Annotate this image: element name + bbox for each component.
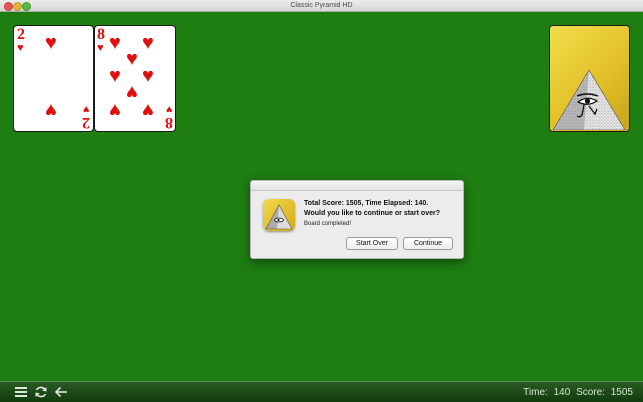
heart-icon: ♥ xyxy=(17,42,24,54)
time-value: 140 xyxy=(553,387,571,398)
card-rank-top: 2 xyxy=(17,26,25,43)
menu-icon[interactable] xyxy=(14,385,28,399)
status-readout: Time: 140 Score: 1505 xyxy=(520,382,633,402)
refresh-icon[interactable] xyxy=(34,385,48,399)
heart-icon: ♥ xyxy=(109,65,121,87)
window-title: Classic Pyramid HD xyxy=(290,2,353,9)
dialog-info-text: Board completed! xyxy=(304,221,352,227)
card-2-hearts[interactable]: 2 ♥ ♥ ♥ 2 ♥ xyxy=(13,25,94,132)
start-over-button[interactable]: Start Over xyxy=(346,237,398,250)
heart-icon: ♥ xyxy=(109,99,121,121)
game-table: 2 ♥ ♥ ♥ 2 ♥ 8 ♥ ♥ ♥ ♥ ♥ ♥ ♥ ♥ ♥ 8 ♥ Tota… xyxy=(0,12,643,381)
heart-icon: ♥ xyxy=(109,32,121,54)
stock-pile-card-back[interactable] xyxy=(549,25,630,132)
card-rank-bottom: 8 xyxy=(165,114,173,131)
heart-icon: ♥ xyxy=(142,32,154,54)
score-value: 1505 xyxy=(610,387,633,398)
card-8-hearts[interactable]: 8 ♥ ♥ ♥ ♥ ♥ ♥ ♥ ♥ ♥ 8 ♥ xyxy=(94,25,176,132)
app-window: Classic Pyramid HD 2 ♥ ♥ ♥ 2 ♥ 8 ♥ ♥ ♥ ♥… xyxy=(0,0,643,402)
dialog-message: Total Score: 1505, Time Elapsed: 140. Wo… xyxy=(304,199,459,219)
heart-icon: ♥ xyxy=(45,99,57,121)
pyramid-icon xyxy=(265,204,293,230)
title-bar: Classic Pyramid HD xyxy=(0,0,643,12)
heart-icon: ♥ xyxy=(142,99,154,121)
heart-icon: ♥ xyxy=(97,42,104,54)
app-icon xyxy=(263,199,295,231)
dialog-title-bar xyxy=(251,181,463,191)
continue-button[interactable]: Continue xyxy=(403,237,453,250)
card-rank-bottom: 2 xyxy=(82,114,90,131)
dialog-message-line2: Would you like to continue or start over… xyxy=(304,210,440,217)
time-label: Time: xyxy=(523,387,548,398)
heart-icon: ♥ xyxy=(45,32,57,54)
heart-icon: ♥ xyxy=(166,103,173,115)
back-arrow-icon[interactable] xyxy=(54,385,68,399)
dialog-message-line1: Total Score: 1505, Time Elapsed: 140. xyxy=(304,200,429,207)
score-label: Score: xyxy=(576,387,605,398)
pyramid-eye-icon xyxy=(552,69,626,130)
game-complete-dialog: Total Score: 1505, Time Elapsed: 140. Wo… xyxy=(250,180,464,259)
heart-icon: ♥ xyxy=(142,65,154,87)
bottom-toolbar: Time: 140 Score: 1505 xyxy=(0,381,643,402)
heart-icon: ♥ xyxy=(83,103,90,115)
card-rank-top: 8 xyxy=(97,26,105,43)
heart-icon: ♥ xyxy=(126,48,138,70)
heart-icon: ♥ xyxy=(126,81,138,103)
